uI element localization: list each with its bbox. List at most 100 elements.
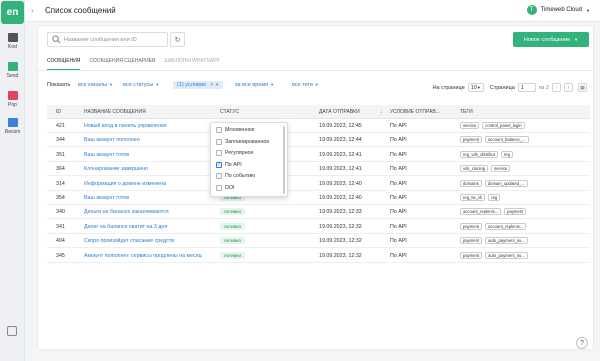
table-row[interactable]: 364Клонирование завершеноАктивно19.09.20…	[47, 162, 590, 177]
tag-chip[interactable]: reg_tw_vh	[460, 194, 486, 201]
message-name-link[interactable]: Ваш аккаунт готов	[84, 195, 129, 201]
table-row[interactable]: 340 Деньги на балансе заканчиваются Активн…	[47, 205, 590, 220]
condition-option[interactable]: Регулярное	[216, 150, 253, 157]
col-id[interactable]: ID	[56, 109, 61, 115]
message-name-link[interactable]: Ваш аккаунт готов	[84, 152, 129, 158]
send-condition: По API	[390, 166, 407, 173]
message-id: 341	[56, 223, 65, 230]
new-message-label: Новое сообщение	[523, 36, 571, 43]
table-row[interactable]: 354 Ваш аккаунт готов Активно 19.09.2023, 1…	[47, 191, 590, 205]
message-name-link[interactable]: Ваш аккаунт пополнен	[84, 137, 140, 143]
message-name-link[interactable]: Аккаунт пополнен: сервисы продлены на ме…	[84, 253, 202, 259]
next-page-button[interactable]: ›	[564, 83, 573, 92]
dropdown-scrollbar[interactable]	[283, 126, 285, 194]
tag-chip[interactable]: domain_updated_...	[484, 179, 528, 187]
new-message-button[interactable]: Новое сообщение ▼	[513, 32, 589, 47]
tag-chip[interactable]: auto_payment_su...	[485, 251, 528, 259]
filter-condition[interactable]: (1) условие × ▼	[173, 81, 224, 89]
condition-option[interactable]: Запланированное	[216, 138, 269, 145]
tag-chip[interactable]: service	[460, 122, 480, 129]
tags-cell: payment account_balance_...	[460, 136, 529, 144]
refresh-button[interactable]: ↻	[170, 32, 185, 47]
checkbox[interactable]	[216, 185, 222, 191]
filter-statuses[interactable]: все статусы ▼	[123, 82, 159, 88]
tag-chip[interactable]: payment	[460, 222, 483, 230]
docs-icon[interactable]	[7, 326, 17, 336]
col-status[interactable]: СТАТУС	[220, 109, 239, 115]
help-button[interactable]: ?	[576, 337, 588, 349]
per-page-select[interactable]: 10 ▼	[467, 83, 484, 92]
prev-page-button[interactable]: ‹	[552, 83, 561, 92]
sort-desc-icon[interactable]: ↓	[380, 109, 383, 115]
condition-option[interactable]: DOI	[216, 185, 234, 191]
rail-item-send[interactable]: Send	[0, 62, 25, 79]
tab-messages[interactable]: СООБЩЕНИЯ	[47, 58, 81, 70]
send-condition: По API	[390, 209, 407, 216]
table-row[interactable]: 344Ваш аккаунт пополненАктивно19.09.2023…	[47, 133, 590, 148]
table-row[interactable]: 314Информация о домене измененаАктивно19…	[47, 177, 590, 191]
tag-chip[interactable]: account_balance_...	[485, 136, 529, 144]
status-badge: Активно	[220, 251, 245, 259]
condition-option[interactable]: По событию	[216, 173, 255, 180]
condition-option[interactable]: ✓ По API	[216, 161, 242, 168]
tag-chip[interactable]: payment	[460, 136, 483, 144]
tag-chip[interactable]: reg	[488, 194, 501, 201]
col-tags[interactable]: ТЕГИ	[460, 109, 473, 115]
tag-chip[interactable]: payment	[460, 237, 483, 245]
tag-chip[interactable]: account_replenis...	[460, 208, 502, 216]
search-input[interactable]: Название сообщения или ID	[47, 32, 168, 47]
tab-scenario-messages[interactable]: СООБЩЕНИЯ СЦЕНАРИЕВ	[89, 58, 155, 70]
message-name-link[interactable]: Клонирование завершено	[84, 166, 148, 172]
checkbox[interactable]	[216, 138, 222, 145]
tag-chip[interactable]: account_replenis...	[485, 222, 527, 230]
table-row[interactable]: 421Новый вход в панель управленияАктивно…	[47, 119, 590, 133]
account-menu[interactable]: T Timeweb Cloud ▼	[526, 5, 590, 15]
checkbox[interactable]	[216, 173, 222, 180]
message-name-link[interactable]: Денег на балансе хватит на 3 дня	[84, 224, 167, 230]
tag-chip[interactable]: auto_payment_su...	[485, 237, 528, 245]
checkbox[interactable]	[216, 150, 222, 157]
tag-chip[interactable]: reg_vds_distribut	[460, 150, 498, 158]
table-row[interactable]: 404 Скоро произойдет списание средств Акти…	[47, 234, 590, 249]
condition-option[interactable]: Мгновенное	[216, 127, 255, 133]
table-row[interactable]: 351Ваш аккаунт готовАктивно19.09.2023, 1…	[47, 148, 590, 162]
col-name[interactable]: НАЗВАНИЕ СООБЩЕНИЯ	[84, 109, 146, 115]
rail-item-kod[interactable]: Kod	[0, 33, 25, 50]
collapse-chevron-icon[interactable]: ›	[31, 6, 34, 15]
rail-item-recom[interactable]: Recom	[0, 118, 25, 135]
tag-chip[interactable]: vds_cloning	[460, 165, 489, 173]
code-icon	[7, 33, 18, 42]
checkbox[interactable]: ✓	[216, 161, 222, 168]
filter-time[interactable]: за все время ▼	[235, 82, 274, 88]
filter-tags[interactable]: все теги ▼	[292, 82, 319, 88]
tag-chip[interactable]: payment	[504, 208, 527, 216]
tag-chip[interactable]: domains	[460, 179, 482, 187]
message-name-link[interactable]: Деньги на балансе заканчиваются	[84, 209, 169, 215]
app-logo[interactable]: en	[1, 1, 24, 24]
filter-channels[interactable]: все каналы ▼	[78, 82, 113, 88]
col-condition[interactable]: УСЛОВИЕ ОТПРАВ...	[390, 109, 440, 115]
messages-card: Название сообщения или ID ↻ Новое сообще…	[37, 25, 595, 350]
message-name-link[interactable]: Новый вход в панель управления	[84, 123, 167, 129]
filter-condition-label: (1) условие	[177, 82, 207, 88]
page-input[interactable]: 1	[517, 83, 536, 92]
tag-chip[interactable]: service	[491, 165, 511, 173]
calendar-icon[interactable]: ▦	[578, 83, 587, 92]
message-id: 364	[56, 166, 65, 173]
tag-chip[interactable]: reg	[500, 150, 513, 158]
clear-icon[interactable]: ×	[210, 82, 213, 88]
checkbox[interactable]	[216, 127, 222, 133]
tab-whatsapp-templates[interactable]: ШАБЛОНЫ WHATSAPP	[164, 58, 219, 70]
rail-item-pop[interactable]: Pop	[0, 91, 25, 108]
send-condition: По API	[390, 123, 407, 129]
table-row[interactable]: 341 Денег на балансе хватит на 3 дня Актив…	[47, 220, 590, 234]
table-row[interactable]: 345 Аккаунт пополнен: сервисы продлены на…	[47, 249, 590, 263]
tag-chip[interactable]: payment	[460, 251, 483, 259]
send-condition: По API	[390, 151, 407, 158]
message-id: 351	[56, 151, 65, 158]
message-name-link[interactable]: Информация о домене изменена	[84, 181, 166, 187]
tag-chip[interactable]: control_panel_login	[482, 122, 525, 129]
caret-down-icon: ▼	[109, 82, 114, 87]
message-name-link[interactable]: Скоро произойдет списание средств	[84, 238, 174, 244]
col-date[interactable]: ДАТА ОТПРАВКИ	[319, 109, 360, 115]
